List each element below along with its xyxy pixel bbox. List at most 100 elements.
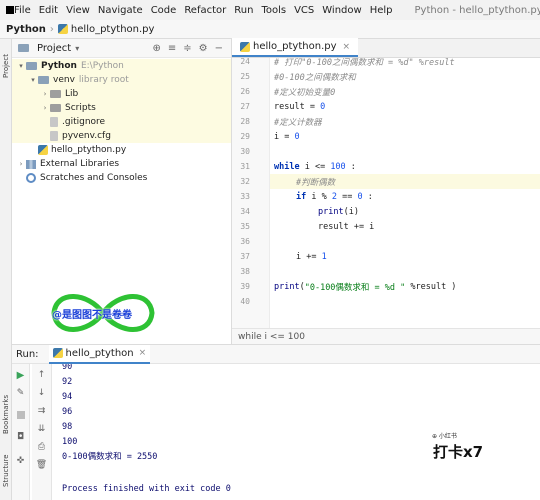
line-number: 35 (240, 222, 250, 231)
tree-item-external-libraries[interactable]: › External Libraries (12, 157, 231, 171)
tab-hello-ptython[interactable]: hello_ptython.py × (232, 38, 359, 57)
line-number: 26 (240, 87, 250, 96)
tree-item-python[interactable]: ▾ Python E:\Python (12, 59, 231, 73)
line-number: 36 (240, 237, 250, 246)
comment: #0-100之间偶数求和 (274, 72, 356, 83)
menu-window[interactable]: Window (318, 5, 365, 16)
trash-icon[interactable]: 🗑 (32, 458, 51, 472)
menu-navigate[interactable]: Navigate (94, 5, 147, 16)
breadcrumb-root[interactable]: Python (6, 24, 46, 35)
code-line-29: i = 0 (274, 129, 540, 144)
menu-vcs[interactable]: VCS (290, 5, 318, 16)
project-tool-button[interactable]: Project (0, 43, 12, 89)
chevron-down-icon[interactable]: ▾ (75, 44, 79, 53)
file-icon (50, 117, 58, 127)
code-token: : (362, 191, 373, 202)
collapse-all-icon[interactable]: ≑ (183, 43, 191, 54)
structure-tool-button[interactable]: Structure (0, 445, 12, 497)
expand-all-icon[interactable]: ≡ (168, 43, 176, 54)
hide-icon[interactable]: − (215, 43, 223, 54)
stop-icon[interactable] (12, 408, 29, 422)
chevron-right-icon[interactable]: › (40, 90, 50, 98)
chevron-right-icon[interactable]: › (16, 160, 26, 168)
run-console[interactable]: 90 92 94 96 98 100 0-100偶数求和 = 2550 Proc… (56, 364, 540, 500)
line-number: 25 (240, 72, 250, 81)
tree-item-scripts[interactable]: › Scripts (12, 101, 231, 115)
close-icon[interactable]: × (139, 348, 147, 358)
python-run-icon (52, 348, 63, 358)
tree-item-label: pyvenv.cfg (62, 131, 111, 141)
close-icon[interactable]: × (343, 42, 351, 52)
editor-breadcrumb-status[interactable]: while i <= 100 (232, 328, 540, 344)
console-line: 98 (62, 422, 73, 432)
scroll-down-icon[interactable]: ↓ (32, 386, 51, 400)
code-token: == (336, 191, 358, 202)
code-token: %result ) (405, 281, 457, 292)
tree-item-lib[interactable]: › Lib (12, 87, 231, 101)
console-line: Process finished with exit code 0 (62, 484, 231, 494)
folder-icon (26, 62, 37, 70)
breadcrumb-file[interactable]: hello_ptython.py (57, 24, 154, 35)
rerun-icon[interactable]: ▶ (12, 368, 29, 382)
run-toolbar-secondary: ↑ ↓ ⇉ ⇊ ⎙ 🗑 (32, 364, 52, 500)
scroll-up-icon[interactable]: ↑ (32, 368, 51, 382)
tree-item-scratches[interactable]: Scratches and Consoles (12, 171, 231, 185)
code-line-33: if i % 2 == 0 : (296, 189, 540, 204)
soft-wrap-icon[interactable]: ⇉ (32, 404, 51, 418)
string-token: "0-100偶数求和 = %d " (304, 282, 406, 293)
run-tab-label: hello_ptython (65, 347, 134, 359)
folder-icon (38, 76, 49, 84)
number-token: 100 (330, 161, 346, 172)
tree-item-label: Python (41, 61, 77, 71)
comment: #判断偶数 (296, 177, 336, 188)
code-token: i += (296, 251, 322, 262)
console-line: 96 (62, 407, 73, 417)
menu-view[interactable]: View (62, 5, 94, 16)
tree-item-label: Scripts (65, 103, 96, 113)
window-title: Python - hello_ptython.py (414, 4, 540, 16)
code-editor: hello_ptython.py × 24 25 26 27 28 29 30 … (232, 38, 540, 344)
run-tab-hello-ptython[interactable]: hello_ptython × (48, 344, 151, 364)
line-number: 37 (240, 252, 250, 261)
pin-icon[interactable]: ✜ (12, 454, 29, 468)
tree-item-label: External Libraries (40, 159, 120, 169)
console-line: 100 (62, 437, 78, 447)
code-token: result = (274, 101, 321, 112)
menu-code[interactable]: Code (147, 5, 181, 16)
code-token: i % (306, 191, 332, 202)
code-line-37: i += 1 (296, 249, 540, 264)
keyword-token: while (274, 161, 300, 172)
stamp-text: 打卡x7 (433, 443, 484, 461)
code-area[interactable]: # 打印"0-100之间偶数求和 = %d" %result #0-100之间偶… (270, 58, 540, 328)
chevron-right-icon[interactable]: › (40, 104, 50, 112)
left-tool-strip: Project Bookmarks Structure (0, 39, 12, 500)
code-token: i <= (299, 161, 331, 172)
menu-refactor[interactable]: Refactor (180, 5, 230, 16)
camera-icon[interactable]: ◘ (12, 430, 29, 444)
code-line-25: #0-100之间偶数求和 (274, 69, 540, 84)
tree-item-note: library root (78, 75, 129, 85)
line-number-gutter: 24 25 26 27 28 29 30 31 32 33 34 35 36 3… (232, 57, 270, 328)
tree-item-gitignore[interactable]: .gitignore (12, 115, 231, 129)
tree-item-hello-ptython[interactable]: hello_ptython.py (12, 143, 231, 157)
locate-icon[interactable]: ⊕ (152, 43, 160, 54)
gear-icon[interactable]: ⚙ (199, 43, 208, 54)
number-token: 0 (294, 131, 300, 142)
tree-item-pyvenv-cfg[interactable]: pyvenv.cfg (12, 129, 231, 143)
project-panel-title[interactable]: Project (37, 43, 71, 54)
chevron-down-icon[interactable]: ▾ (16, 62, 26, 70)
menu-tools[interactable]: Tools (257, 5, 290, 16)
menu-run[interactable]: Run (230, 5, 257, 16)
chevron-down-icon[interactable]: ▾ (28, 76, 38, 84)
menu-help[interactable]: Help (366, 5, 397, 16)
print-icon[interactable]: ⎙ (32, 440, 51, 454)
tree-item-venv[interactable]: ▾ venv library root (12, 73, 231, 87)
line-number: 30 (240, 147, 250, 156)
scroll-to-end-icon[interactable]: ⇊ (32, 422, 51, 436)
bookmarks-tool-button[interactable]: Bookmarks (0, 387, 12, 441)
python-file-icon (57, 24, 68, 34)
builtin-token: print (318, 206, 344, 217)
menu-edit[interactable]: Edit (35, 5, 62, 16)
code-line-39: print("0-100偶数求和 = %d " %result ) (274, 279, 540, 294)
wrench-icon[interactable]: ✎ (12, 386, 29, 400)
